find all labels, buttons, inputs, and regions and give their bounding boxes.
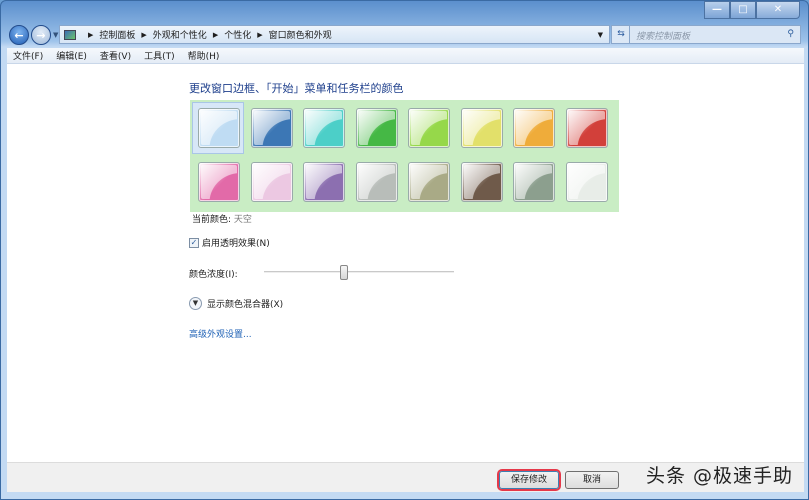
caption-buttons: — □ ✕ — [704, 1, 800, 19]
color-swatch[interactable] — [408, 108, 450, 148]
address-bar[interactable]: ▶ 控制面板 ▶ 外观和个性化 ▶ 个性化 ▶ 窗口颜色和外观 ▼ — [59, 25, 610, 44]
current-color: 当前颜色: 天空 — [192, 212, 252, 225]
window: — □ ✕ ← → ▼ ▶ 控制面板 ▶ 外观和个性化 ▶ 个性化 ▶ 窗口颜色… — [0, 0, 809, 500]
breadcrumb-item[interactable]: 个性化 — [224, 28, 251, 41]
current-color-value: 天空 — [233, 215, 252, 225]
menu-file[interactable]: 文件(F) — [13, 49, 43, 62]
content-area: 更改窗口边框、「开始」菜单和任务栏的颜色 当前颜色: 天空 ✓ 启用透明效果(N… — [7, 64, 804, 462]
menu-view[interactable]: 查看(V) — [100, 49, 131, 62]
transparency-label: 启用透明效果(N) — [202, 239, 270, 249]
color-swatch[interactable] — [460, 162, 503, 202]
search-icon[interactable]: ⚲ — [787, 29, 794, 40]
color-mixer-label: 显示颜色混合器(X) — [207, 300, 284, 310]
color-swatch[interactable] — [198, 162, 240, 202]
chevron-down-icon[interactable]: ▼ — [598, 31, 603, 39]
menu-bar: 文件(F) 编辑(E) 查看(V) 工具(T) 帮助(H) — [7, 48, 804, 64]
menu-tools[interactable]: 工具(T) — [144, 49, 175, 62]
chevron-right-icon[interactable]: ▶ — [213, 31, 218, 39]
color-swatch[interactable] — [513, 162, 555, 202]
color-mixer-toggle[interactable]: ▼ 显示颜色混合器(X) — [189, 297, 283, 310]
color-swatch[interactable] — [250, 108, 293, 148]
menu-edit[interactable]: 编辑(E) — [56, 49, 87, 62]
color-swatch[interactable] — [198, 108, 240, 148]
search-input[interactable]: 搜索控制面板 ⚲ — [629, 25, 801, 44]
expand-chevron-icon[interactable]: ▼ — [189, 297, 202, 310]
color-swatch[interactable] — [460, 108, 503, 148]
breadcrumb-item[interactable]: 控制面板 — [99, 28, 135, 41]
minimize-button[interactable]: — — [704, 1, 730, 19]
checkbox-checked-icon[interactable]: ✓ — [189, 237, 199, 248]
cancel-button[interactable]: 取消 — [565, 471, 619, 489]
color-swatch[interactable] — [250, 162, 293, 202]
maximize-button[interactable]: □ — [730, 1, 756, 19]
color-swatch[interactable] — [355, 162, 398, 202]
current-color-label: 当前颜色: — [192, 215, 232, 225]
breadcrumb-item[interactable]: 窗口颜色和外观 — [269, 28, 332, 41]
search-placeholder: 搜索控制面板 — [636, 32, 691, 42]
chevron-right-icon[interactable]: ▶ — [257, 31, 262, 39]
chevron-right-icon[interactable]: ▶ — [141, 31, 146, 39]
color-swatch[interactable] — [355, 108, 398, 148]
color-swatch[interactable] — [565, 108, 608, 148]
advanced-appearance-link[interactable]: 高级外观设置... — [189, 327, 252, 340]
back-button[interactable]: ← — [9, 25, 29, 45]
slider-thumb[interactable] — [339, 265, 348, 280]
breadcrumb-item[interactable]: 外观和个性化 — [153, 28, 207, 41]
color-swatch[interactable] — [303, 162, 345, 202]
navigation: ← → ▼ — [9, 25, 58, 45]
menu-help[interactable]: 帮助(H) — [188, 49, 220, 62]
intensity-slider[interactable] — [264, 265, 454, 280]
save-button[interactable]: 保存修改 — [499, 471, 559, 489]
close-button[interactable]: ✕ — [756, 1, 800, 19]
color-swatch-grid — [190, 100, 619, 212]
color-swatch[interactable] — [513, 108, 555, 148]
control-panel-icon — [64, 29, 76, 40]
watermark: 头条 @极速手助 — [646, 465, 794, 487]
color-swatch[interactable] — [565, 162, 608, 202]
color-swatch[interactable] — [303, 108, 345, 148]
intensity-label: 颜色浓度(I): — [189, 270, 238, 280]
recent-pages-icon[interactable]: ▼ — [53, 31, 58, 39]
page-title: 更改窗口边框、「开始」菜单和任务栏的颜色 — [189, 82, 404, 95]
forward-button[interactable]: → — [31, 25, 51, 45]
chevron-right-icon[interactable]: ▶ — [88, 31, 93, 39]
transparency-checkbox[interactable]: ✓ 启用透明效果(N) — [189, 236, 270, 249]
refresh-button[interactable]: ⇆ — [611, 25, 631, 44]
color-swatch[interactable] — [408, 162, 450, 202]
